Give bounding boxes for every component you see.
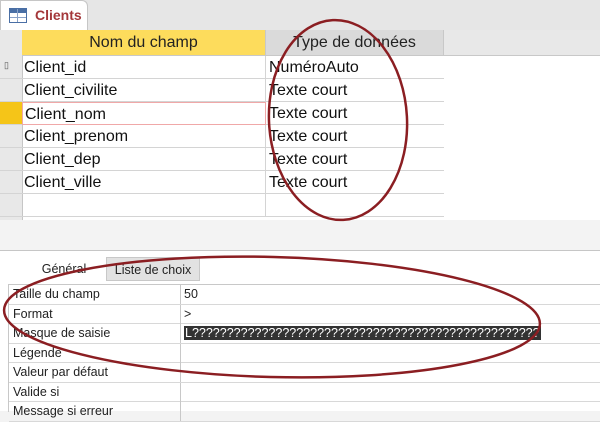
table-row[interactable]: Client_nom Texte court <box>0 102 600 125</box>
row-selector[interactable] <box>0 125 22 148</box>
tab-general[interactable]: Général <box>22 257 106 281</box>
table-row[interactable]: Client_civilite Texte court <box>0 79 600 102</box>
property-value-field[interactable]: L???????????????????????????????????????… <box>181 324 600 343</box>
document-tab-title: Clients <box>35 7 82 23</box>
property-label: Taille du champ <box>9 285 181 304</box>
table-icon <box>9 8 27 23</box>
document-tab-clients[interactable]: Clients <box>0 0 88 30</box>
row-selector[interactable] <box>0 194 22 217</box>
column-header-field-name[interactable]: Nom du champ <box>22 30 266 56</box>
property-label: Format <box>9 304 181 324</box>
data-type-cell[interactable]: Texte court <box>266 171 444 194</box>
property-row[interactable]: Valide si <box>9 382 600 402</box>
row-selector[interactable]: ▯ <box>0 56 22 79</box>
property-value-field[interactable]: 50 <box>181 285 600 304</box>
field-name-cell[interactable]: Client_ville <box>22 171 266 194</box>
column-header-data-type[interactable]: Type de données <box>266 30 444 56</box>
field-name-cell[interactable]: Client_civilite <box>22 79 266 102</box>
property-value-field[interactable] <box>181 363 600 382</box>
table-row[interactable]: Client_ville Texte court <box>0 171 600 194</box>
primary-key-icon: ▯ <box>4 60 9 70</box>
property-row[interactable]: Masque de saisie L??????????????????????… <box>9 324 600 344</box>
table-row[interactable]: ▯ Client_id NuméroAuto <box>0 56 600 79</box>
table-row[interactable]: Client_dep Texte court <box>0 148 600 171</box>
property-label: Message si erreur <box>9 402 181 421</box>
field-name-cell[interactable] <box>22 194 266 217</box>
property-label: Valide si <box>9 382 181 402</box>
document-tab-bar: Clients <box>0 0 600 31</box>
property-row[interactable]: Format > <box>9 304 600 324</box>
property-row[interactable]: Valeur par défaut <box>9 363 600 383</box>
data-type-cell[interactable]: Texte court <box>266 125 444 148</box>
field-properties-pane: Général Liste de choix Taille du champ 5… <box>0 250 600 422</box>
column-header-description[interactable] <box>444 30 600 56</box>
row-selector[interactable] <box>0 148 22 171</box>
data-type-cell[interactable]: Texte court <box>266 102 444 125</box>
data-type-cell[interactable]: Texte court <box>266 79 444 102</box>
data-type-cell[interactable]: NuméroAuto <box>266 56 444 79</box>
property-label: Valeur par défaut <box>9 363 181 382</box>
property-list: Taille du champ 50 Format > Masque de sa… <box>8 284 600 422</box>
field-design-grid: Nom du champ Type de données ▯ Client_id… <box>0 30 600 220</box>
tab-lookup[interactable]: Liste de choix <box>106 257 200 281</box>
property-value-field[interactable]: > <box>181 305 600 324</box>
row-selector[interactable] <box>0 79 22 102</box>
property-row[interactable]: Message si erreur <box>9 402 600 422</box>
table-row[interactable]: Client_prenom Texte court <box>0 125 600 148</box>
input-mask-value[interactable]: L???????????????????????????????????????… <box>184 326 541 340</box>
data-type-cell[interactable]: Texte court <box>266 148 444 171</box>
field-name-cell[interactable]: Client_id <box>22 56 266 79</box>
row-selector[interactable] <box>0 171 22 194</box>
property-row[interactable]: Légende <box>9 343 600 363</box>
field-name-cell[interactable]: Client_dep <box>22 148 266 171</box>
field-name-cell[interactable]: Client_nom <box>22 102 266 125</box>
property-label: Légende <box>9 343 181 363</box>
property-value-field[interactable] <box>181 402 600 421</box>
property-row[interactable]: Taille du champ 50 <box>9 285 600 305</box>
table-row-empty[interactable] <box>0 194 600 217</box>
property-value-field[interactable] <box>181 344 600 363</box>
property-value-field[interactable] <box>181 383 600 402</box>
data-type-cell[interactable] <box>266 194 444 217</box>
property-label: Masque de saisie <box>9 324 181 343</box>
field-name-cell[interactable]: Client_prenom <box>22 125 266 148</box>
row-selector-current[interactable] <box>0 102 22 125</box>
